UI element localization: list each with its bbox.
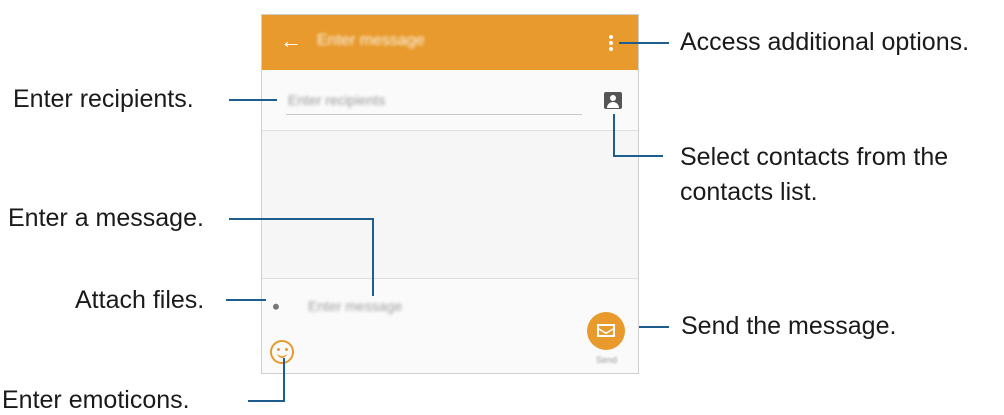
back-arrow-icon[interactable]: ← <box>280 28 302 54</box>
recipients-row: Enter recipients <box>262 70 638 131</box>
callout-line-emoticons-h <box>248 400 285 402</box>
callout-line-message-v <box>372 218 374 296</box>
callout-line-message-h <box>229 218 374 220</box>
callout-line-contacts-v <box>613 114 615 156</box>
send-label: Send <box>596 355 618 365</box>
callout-contacts-line1: Select contacts from the <box>680 143 949 171</box>
callout-line-attach <box>226 299 266 301</box>
recipients-placeholder: Enter recipients <box>288 92 386 108</box>
envelope-icon <box>597 324 615 337</box>
app-bar: ← Enter message <box>262 15 638 70</box>
emoticon-icon[interactable] <box>270 340 294 364</box>
callout-line-contacts-h <box>613 155 663 157</box>
callout-line-emoticons-v <box>283 358 285 402</box>
callout-message: Enter a message. <box>8 204 204 232</box>
contact-icon[interactable] <box>604 92 622 109</box>
callout-recipients: Enter recipients. <box>13 85 194 113</box>
compose-area <box>262 279 638 373</box>
phone-screen: ← Enter message Enter recipients • Enter… <box>261 14 639 374</box>
callout-line-options <box>619 42 669 44</box>
message-input[interactable]: Enter message <box>308 298 402 314</box>
callout-options: Access additional options. <box>680 28 970 56</box>
screen-title: Enter message <box>317 32 425 49</box>
send-button[interactable] <box>587 312 625 350</box>
callout-send: Send the message. <box>681 312 897 340</box>
callout-attach: Attach files. <box>75 286 205 314</box>
more-options-icon[interactable] <box>609 35 613 51</box>
callout-line-send <box>639 326 669 328</box>
callout-line-recipients <box>229 99 277 101</box>
callout-contacts-line2: contacts list. <box>680 178 818 206</box>
